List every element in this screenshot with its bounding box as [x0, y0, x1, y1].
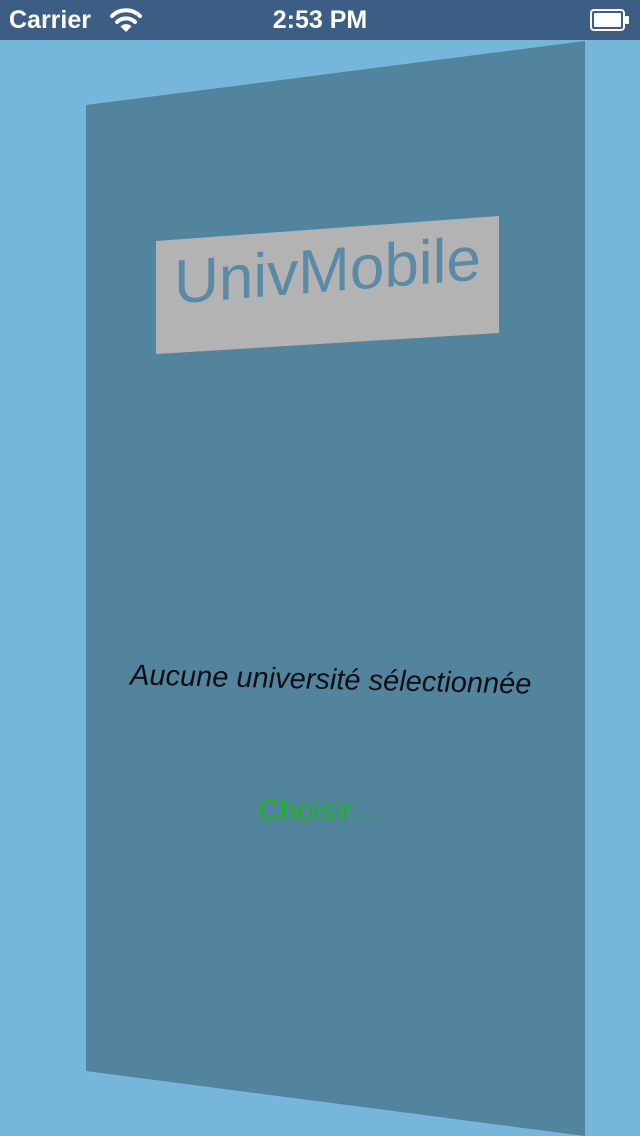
choose-university-button[interactable]: Choisir… [255, 793, 385, 829]
title-background [156, 216, 499, 354]
